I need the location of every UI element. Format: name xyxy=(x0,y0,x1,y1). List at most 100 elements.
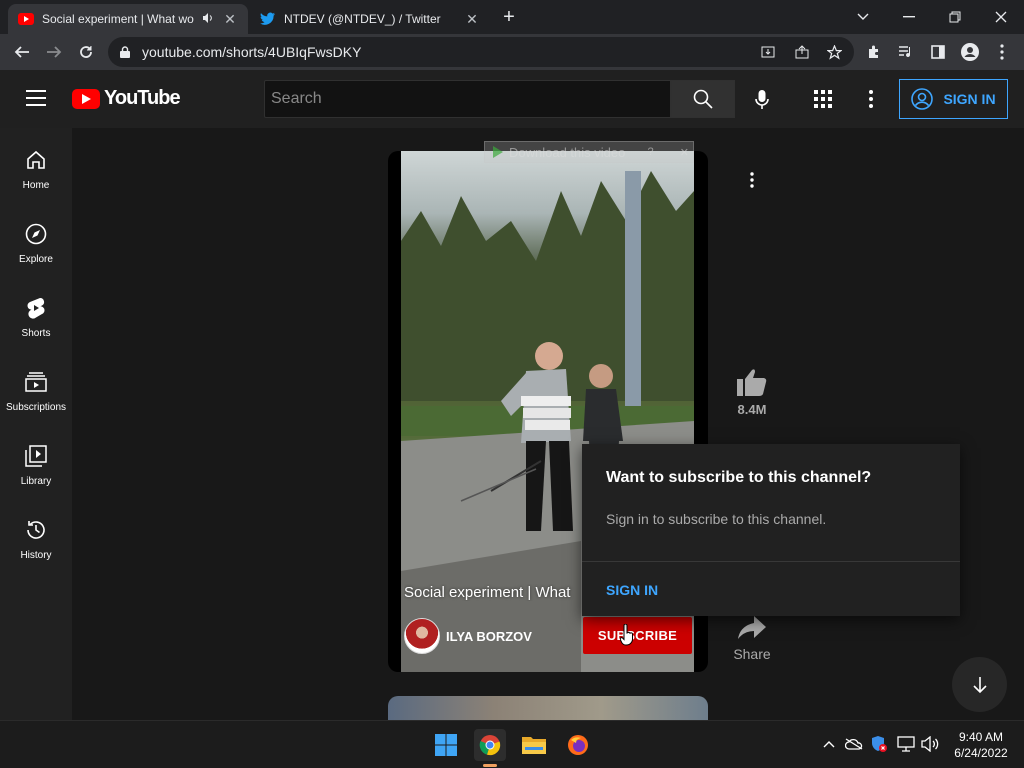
popup-heading: Want to subscribe to this channel? xyxy=(606,469,872,486)
channel-avatar[interactable] xyxy=(404,618,440,654)
library-icon xyxy=(24,444,48,468)
show-hidden-icons-icon[interactable] xyxy=(820,735,838,753)
profile-icon[interactable] xyxy=(958,40,982,64)
sidebar-item-history[interactable]: History xyxy=(0,498,72,572)
clock-time: 9:40 AM xyxy=(958,730,1004,744)
sidebar-item-home[interactable]: Home xyxy=(0,128,72,202)
help-icon[interactable]: ? xyxy=(648,146,654,158)
sidebar-item-label: History xyxy=(20,550,52,561)
onedrive-icon[interactable] xyxy=(845,735,863,753)
tab-youtube[interactable]: Social experiment | What wo ✕ xyxy=(8,4,248,34)
close-overlay-icon[interactable]: ✕ xyxy=(680,146,689,159)
popup-description: Sign in to subscribe to this channel. xyxy=(606,511,827,527)
chrome-taskbar-icon[interactable] xyxy=(474,729,506,761)
minimize-icon[interactable] xyxy=(886,0,932,34)
channel-name[interactable]: ILYA BORZOV xyxy=(446,629,532,644)
browser-menu-icon[interactable] xyxy=(990,40,1014,64)
download-video-overlay[interactable]: Download this video ? ✕ xyxy=(484,141,694,163)
windows-start-icon[interactable] xyxy=(430,729,462,761)
next-short-button[interactable] xyxy=(952,657,1007,712)
file-explorer-icon[interactable] xyxy=(518,729,550,761)
browser-tabbar: Social experiment | What wo ✕ NTDEV (@NT… xyxy=(0,0,1024,34)
sidebar-item-explore[interactable]: Explore xyxy=(0,202,72,276)
compass-icon xyxy=(24,222,48,246)
back-icon[interactable] xyxy=(10,40,34,64)
side-panel-icon[interactable] xyxy=(926,40,950,64)
history-icon xyxy=(24,518,48,542)
new-tab-button[interactable]: + xyxy=(497,6,521,30)
sidebar-item-shorts[interactable]: Shorts xyxy=(0,276,72,350)
twitter-favicon-icon xyxy=(260,11,276,27)
system-clock[interactable]: 9:40 AM 6/24/2022 xyxy=(948,729,1014,761)
sidebar-item-label: Shorts xyxy=(21,328,51,339)
reload-icon[interactable] xyxy=(74,40,98,64)
tab-title: NTDEV (@NTDEV_) / Twitter xyxy=(284,12,441,26)
apps-grid-icon[interactable] xyxy=(810,86,836,112)
microphone-icon xyxy=(755,90,769,109)
like-button[interactable]: 8.4M xyxy=(728,368,776,417)
popup-divider xyxy=(582,561,960,562)
install-icon[interactable] xyxy=(756,40,780,64)
volume-icon[interactable] xyxy=(921,735,939,753)
security-shield-icon[interactable] xyxy=(870,735,888,753)
channel-info[interactable]: ILYA BORZOV xyxy=(404,618,532,654)
youtube-header: YouTube SIGN IN xyxy=(0,70,1024,128)
share-label: Share xyxy=(733,646,771,662)
sidebar-item-label: Subscriptions xyxy=(5,402,67,413)
youtube-logo[interactable]: YouTube xyxy=(72,87,181,110)
shorts-icon xyxy=(24,296,48,320)
close-window-icon[interactable] xyxy=(978,0,1024,34)
like-count: 8.4M xyxy=(737,402,767,417)
voice-search-button[interactable] xyxy=(744,82,780,118)
sidebar-item-label: Home xyxy=(22,180,50,191)
sidebar: Home Explore Shorts Subscriptions Librar… xyxy=(0,128,72,720)
search-input[interactable] xyxy=(264,80,671,118)
speaker-icon[interactable] xyxy=(202,12,214,27)
active-app-indicator xyxy=(483,764,497,767)
play-icon xyxy=(493,146,503,158)
windows-taskbar: 9:40 AM 6/24/2022 xyxy=(0,720,1024,768)
media-control-icon[interactable] xyxy=(894,40,918,64)
tab-title: Social experiment | What wo xyxy=(42,12,194,26)
share-arrow-icon xyxy=(738,616,766,639)
download-overlay-label: Download this video xyxy=(509,144,626,160)
share-button[interactable]: Share xyxy=(728,616,776,662)
thumbs-up-icon xyxy=(737,369,767,396)
menu-icon[interactable] xyxy=(26,90,46,106)
close-tab-icon[interactable]: ✕ xyxy=(464,11,480,28)
lock-icon[interactable] xyxy=(118,45,132,59)
browser-toolbar: youtube.com/shorts/4UBIqFwsDKY xyxy=(0,34,1024,70)
subscriptions-icon xyxy=(24,370,48,394)
arrow-down-icon xyxy=(972,676,987,693)
address-bar[interactable]: youtube.com/shorts/4UBIqFwsDKY xyxy=(108,37,854,67)
short-title[interactable]: Social experiment | What xyxy=(404,584,580,601)
settings-more-icon[interactable] xyxy=(858,86,884,112)
clock-date: 6/24/2022 xyxy=(954,746,1008,760)
search-button[interactable] xyxy=(671,80,735,118)
share-page-icon[interactable] xyxy=(790,40,814,64)
restore-icon[interactable] xyxy=(932,0,978,34)
tab-twitter[interactable]: NTDEV (@NTDEV_) / Twitter ✕ xyxy=(250,4,490,34)
search-icon xyxy=(693,89,713,109)
network-icon[interactable] xyxy=(897,735,915,753)
sign-in-label: SIGN IN xyxy=(943,91,996,107)
firefox-icon[interactable] xyxy=(562,729,594,761)
close-tab-icon[interactable]: ✕ xyxy=(222,11,238,28)
short-more-options-icon[interactable] xyxy=(742,168,762,192)
sidebar-item-label: Library xyxy=(20,476,52,487)
bookmark-star-icon[interactable] xyxy=(822,40,846,64)
youtube-favicon-icon xyxy=(18,11,34,27)
sidebar-item-subscriptions[interactable]: Subscriptions xyxy=(0,350,72,424)
sidebar-item-library[interactable]: Library xyxy=(0,424,72,498)
popup-sign-in-link[interactable]: SIGN IN xyxy=(606,582,658,598)
youtube-play-logo-icon xyxy=(72,88,100,109)
hand-cursor-icon xyxy=(620,624,633,646)
sign-in-button[interactable]: SIGN IN xyxy=(899,79,1008,119)
subscribe-button[interactable]: SUBSCRIBE xyxy=(583,617,692,654)
forward-icon[interactable] xyxy=(42,40,66,64)
account-circle-icon xyxy=(911,88,934,110)
logo-wordmark: YouTube xyxy=(104,87,181,109)
subscribe-signin-popup: Want to subscribe to this channel? Sign … xyxy=(582,444,960,616)
extensions-icon[interactable] xyxy=(862,40,886,64)
tab-search-icon[interactable] xyxy=(840,0,886,34)
